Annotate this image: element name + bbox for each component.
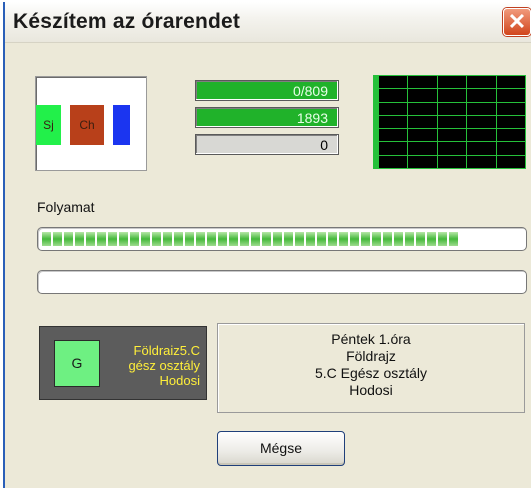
- progress-segment: [97, 232, 106, 246]
- counter-steps: 1893: [195, 107, 339, 128]
- progress-segment: [75, 232, 84, 246]
- progress-segment: [317, 232, 326, 246]
- schedule-grid: [373, 75, 526, 169]
- progress-segment: [350, 232, 359, 246]
- progress-segment: [240, 232, 249, 246]
- progress-segment: [416, 232, 425, 246]
- progress-segment: [218, 232, 227, 246]
- lesson-info-panel: Péntek 1.óra Földrajz 5.C Egész osztály …: [217, 323, 525, 413]
- progress-segment: [174, 232, 183, 246]
- progress-segment: [405, 232, 414, 246]
- progress-segment: [306, 232, 315, 246]
- cancel-button[interactable]: Mégse: [217, 431, 345, 466]
- main-progress-fill: [42, 232, 458, 246]
- progress-segment: [438, 232, 447, 246]
- tile-line-2: gész osztály: [128, 358, 200, 373]
- progress-segment: [185, 232, 194, 246]
- progress-segment: [449, 232, 458, 246]
- progress-segment: [427, 232, 436, 246]
- main-progress-bar: [37, 227, 527, 251]
- info-subject: Földrajz: [346, 348, 396, 364]
- progress-segment: [262, 232, 271, 246]
- progress-segment: [394, 232, 403, 246]
- progress-segment: [108, 232, 117, 246]
- counter-errors: 0: [195, 134, 339, 155]
- timetable-preview: Sj Ch: [35, 76, 147, 171]
- preview-cell-sj: Sj: [36, 105, 61, 145]
- tile-line-3: Hodosi: [159, 373, 200, 388]
- progress-segment: [53, 232, 62, 246]
- title-bar[interactable]: Készítem az órarendet ✕: [5, 2, 531, 43]
- progress-segment: [229, 232, 238, 246]
- info-class: 5.C Egész osztály: [314, 365, 428, 381]
- window-title: Készítem az órarendet: [13, 10, 241, 33]
- dialog-window: Készítem az órarendet ✕ Sj Ch 0/809 1893…: [3, 2, 531, 488]
- progress-segment: [273, 232, 282, 246]
- progress-segment: [339, 232, 348, 246]
- info-teacher: Hodosi: [349, 382, 393, 398]
- counter-placed: 0/809: [195, 80, 339, 101]
- progress-segment: [383, 232, 392, 246]
- progress-segment: [42, 232, 51, 246]
- progress-segment: [284, 232, 293, 246]
- preview-cell-blue: [113, 105, 130, 145]
- progress-segment: [295, 232, 304, 246]
- progress-segment: [207, 232, 216, 246]
- tile-line-1: Földraiz5.C: [133, 343, 200, 358]
- info-day-period: Péntek 1.óra: [331, 331, 411, 347]
- progress-segment: [130, 232, 139, 246]
- progress-segment: [251, 232, 260, 246]
- progress-segment: [163, 232, 172, 246]
- progress-segment: [86, 232, 95, 246]
- secondary-progress-bar: [37, 270, 527, 294]
- progress-segment: [196, 232, 205, 246]
- progress-segment: [361, 232, 370, 246]
- preview-cell-ch: Ch: [70, 105, 104, 145]
- progress-segment: [372, 232, 381, 246]
- progress-segment: [328, 232, 337, 246]
- lesson-tile-text: Földraiz5.C gész osztály Hodosi: [128, 343, 200, 388]
- close-icon[interactable]: ✕: [503, 8, 531, 36]
- current-lesson-tile: G Földraiz5.C gész osztály Hodosi: [39, 326, 207, 400]
- progress-segment: [152, 232, 161, 246]
- progress-segment: [119, 232, 128, 246]
- progress-segment: [141, 232, 150, 246]
- subject-letter-box: G: [54, 340, 100, 387]
- progress-label: Folyamat: [37, 199, 95, 215]
- progress-segment: [64, 232, 73, 246]
